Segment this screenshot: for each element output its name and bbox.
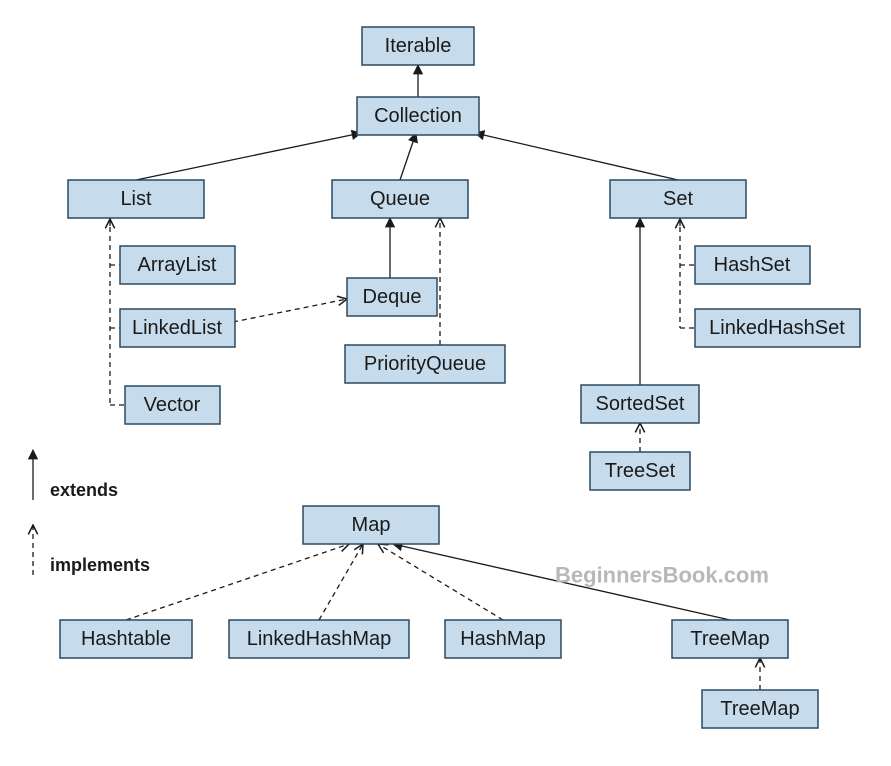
label-treeset: TreeSet (605, 460, 676, 482)
node-map: Map (303, 506, 439, 544)
label-iterable: Iterable (385, 35, 452, 57)
edge-list-collection (136, 133, 361, 180)
label-priorityqueue: PriorityQueue (364, 353, 486, 375)
label-vector: Vector (144, 394, 201, 416)
label-collection: Collection (374, 105, 462, 127)
label-treemap: TreeMap (690, 628, 769, 650)
label-linkedhashmap: LinkedHashMap (247, 628, 392, 650)
node-linkedhashmap: LinkedHashMap (229, 620, 409, 658)
edge-queue-collection (400, 133, 416, 180)
collections-hierarchy-diagram: Iterable Collection List Queue Set Array… (0, 0, 891, 766)
label-set: Set (663, 188, 693, 210)
node-iterable: Iterable (362, 27, 474, 65)
node-hashset: HashSet (695, 246, 810, 284)
node-treemap2: TreeMap (702, 690, 818, 728)
node-set: Set (610, 180, 746, 218)
node-deque: Deque (347, 278, 437, 316)
label-sortedset: SortedSet (596, 393, 685, 415)
label-linkedlist: LinkedList (132, 317, 223, 339)
legend-extends-label: extends (50, 480, 118, 500)
node-treeset: TreeSet (590, 452, 690, 490)
node-sortedset: SortedSet (581, 385, 699, 423)
node-queue: Queue (332, 180, 468, 218)
label-map: Map (352, 514, 391, 536)
node-list: List (68, 180, 204, 218)
node-linkedlist: LinkedList (120, 309, 235, 347)
legend-implements-label: implements (50, 555, 150, 575)
label-queue: Queue (370, 188, 430, 210)
label-hashmap: HashMap (460, 628, 546, 650)
node-treemap: TreeMap (672, 620, 788, 658)
node-collection: Collection (357, 97, 479, 135)
node-priorityqueue: PriorityQueue (345, 345, 505, 383)
edge-linkedhashmap-map (319, 544, 363, 620)
label-treemap2: TreeMap (720, 698, 799, 720)
node-vector: Vector (125, 386, 220, 424)
edge-hashtable-map (126, 544, 349, 620)
label-hashtable: Hashtable (81, 628, 171, 650)
node-arraylist: ArrayList (120, 246, 235, 284)
edge-linkedlist-deque (233, 299, 347, 322)
label-hashset: HashSet (714, 254, 791, 276)
label-deque: Deque (363, 286, 422, 308)
label-list: List (120, 188, 152, 210)
label-arraylist: ArrayList (138, 254, 217, 276)
label-linkedhashset: LinkedHashSet (709, 317, 845, 339)
watermark-text: BeginnersBook.com (555, 563, 769, 588)
node-hashmap: HashMap (445, 620, 561, 658)
edge-hashmap-map (378, 544, 503, 620)
node-hashtable: Hashtable (60, 620, 192, 658)
node-linkedhashset: LinkedHashSet (695, 309, 860, 347)
edge-set-collection (475, 133, 678, 180)
